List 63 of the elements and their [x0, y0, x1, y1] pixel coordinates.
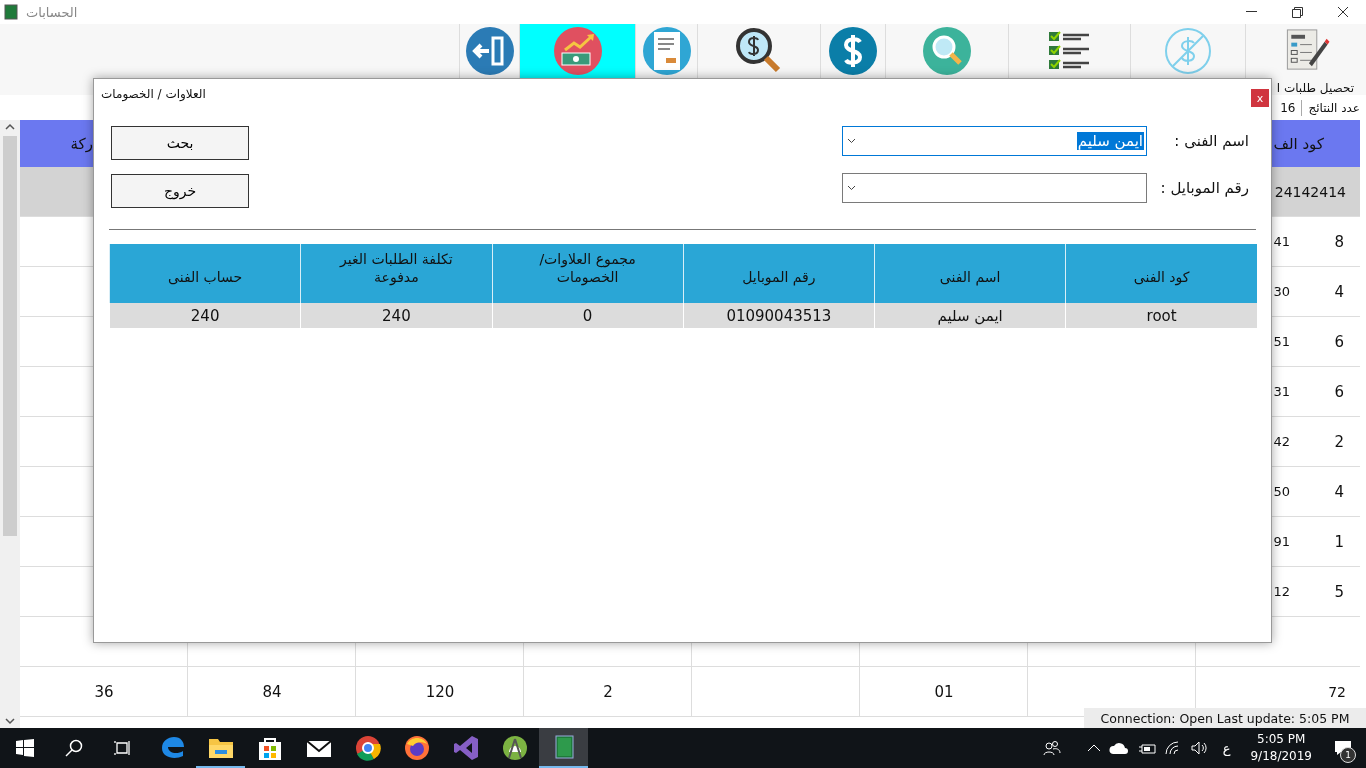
dialog-button[interactable]: بحث	[111, 126, 249, 160]
table-cell: 120	[425, 682, 455, 701]
people-icon[interactable]	[1042, 740, 1061, 756]
column-header: ركة	[70, 134, 93, 153]
notification-count: 1	[1340, 747, 1356, 763]
task-view-icon[interactable]	[113, 739, 132, 757]
start-icon[interactable]	[15, 739, 34, 757]
table-cell: ايمن سليم	[874, 303, 1066, 328]
folder-icon	[208, 739, 233, 758]
dialog-button[interactable]: خروج	[111, 174, 249, 208]
close-icon[interactable]	[1337, 6, 1349, 18]
table-cell: 240	[109, 303, 301, 328]
table-cell: 72	[1328, 683, 1346, 700]
shopping-bag-icon	[258, 738, 281, 760]
ledger-app-icon	[4, 4, 18, 20]
close-button[interactable]: x	[1251, 89, 1269, 107]
mail-icon	[305, 740, 332, 757]
table-cell: 01	[934, 682, 954, 701]
table-cell: 01090043513	[683, 303, 875, 328]
table-cell: 84	[262, 682, 282, 701]
volume-icon[interactable]	[1190, 741, 1209, 755]
table-cell[interactable]	[20, 167, 93, 217]
combo-box[interactable]	[842, 173, 1147, 203]
combo-box[interactable]: ايمن سليم	[842, 126, 1147, 156]
input-language[interactable]: ع	[1216, 740, 1237, 756]
column-header: كود الفنى	[1065, 244, 1257, 303]
table-cell: 2	[603, 682, 613, 701]
table-cell: 0	[492, 303, 684, 328]
table-cell: root	[1065, 303, 1257, 328]
table-cell: 240	[300, 303, 492, 328]
chevron-up-icon[interactable]	[1086, 743, 1101, 753]
android-studio-icon	[502, 736, 527, 760]
column-header: مجموع العلاوات/الخصومات	[492, 244, 684, 303]
status-text: Connection: Open Last update: 5:05 PM	[1084, 708, 1366, 728]
clock[interactable]: 5:05 PM 9/18/2019	[1244, 731, 1318, 765]
search-icon[interactable]	[64, 739, 83, 757]
column-header: تكلفة الطلبات الغير مدفوعة	[300, 244, 492, 303]
edge-icon	[161, 737, 184, 758]
column-header: رقم الموبايل	[683, 244, 875, 303]
money-chart-icon	[552, 26, 603, 76]
table-cell: 36	[94, 682, 114, 701]
results-label: عدد النتائج	[1308, 100, 1360, 115]
scrollbar-thumb[interactable]	[3, 136, 17, 536]
crossed-dollar-icon	[1163, 26, 1213, 76]
cloud-icon[interactable]	[1108, 742, 1129, 754]
battery-icon[interactable]	[1136, 741, 1157, 755]
results-count: 16	[1280, 100, 1296, 115]
restore-icon[interactable]	[1291, 6, 1303, 18]
field-label: اسم الفنى :	[1173, 132, 1249, 150]
chrome-icon	[355, 736, 381, 761]
column-header: كود الف	[1273, 134, 1324, 153]
column-header: اسم الفنى	[874, 244, 1066, 303]
minimize-icon[interactable]	[1245, 11, 1257, 13]
firefox-icon	[404, 736, 429, 760]
table-cell: 24142414	[1272, 167, 1360, 217]
field-label: رقم الموبايل :	[1159, 179, 1249, 197]
caret-icon	[847, 138, 856, 144]
caret-icon	[847, 185, 856, 191]
ledger-app-icon	[555, 735, 573, 759]
visual-studio-icon	[453, 736, 478, 760]
column-header: حساب الفنى	[109, 244, 301, 303]
window-title: الحسابات	[26, 4, 78, 20]
dialog-title: العلاوات / الخصومات	[101, 87, 206, 101]
